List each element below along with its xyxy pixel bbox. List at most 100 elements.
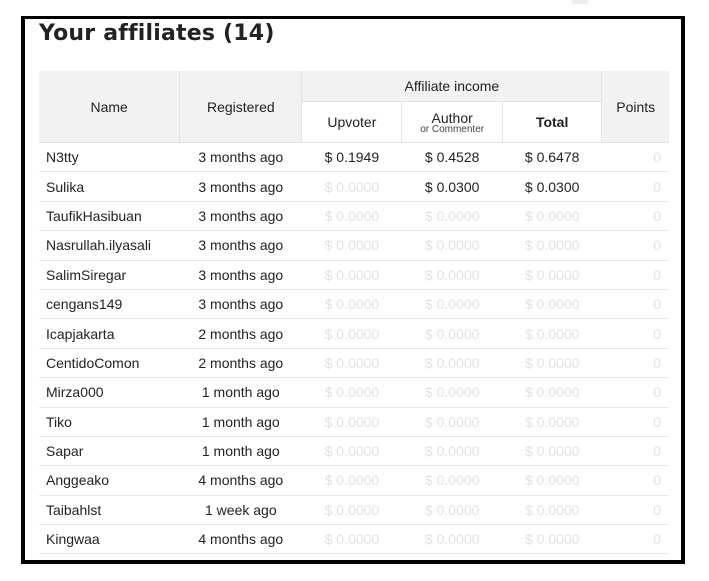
upvoter-income: $ 0.0000 <box>301 436 402 467</box>
registered-value: 1 month ago <box>179 436 302 467</box>
author-label: Author <box>431 110 473 126</box>
affiliate-name[interactable]: Anggeako <box>39 465 180 496</box>
column-header-name[interactable]: Name <box>39 71 181 143</box>
affiliate-name[interactable]: Mirza000 <box>39 377 180 408</box>
upvoter-income: $ 0.0000 <box>301 201 402 232</box>
upvoter-income: $ 0.0000 <box>301 465 402 496</box>
affiliate-name[interactable]: Sulika <box>39 171 180 202</box>
scroll-thumb[interactable] <box>572 0 588 4</box>
points-value: 0 <box>601 495 669 526</box>
column-header-upvoter[interactable]: Upvoter <box>301 101 403 143</box>
affiliate-name[interactable]: N3tty <box>39 142 180 173</box>
points-value: 0 <box>601 318 669 349</box>
registered-value: 4 months ago <box>179 524 302 555</box>
author-income: $ 0.0000 <box>401 465 503 496</box>
points-value: 0 <box>601 524 669 555</box>
registered-value: 3 months ago <box>179 171 302 202</box>
total-income: $ 0.0300 <box>502 171 602 202</box>
affiliate-name[interactable]: CentidoComon <box>39 348 180 379</box>
registered-value: 1 month ago <box>179 377 302 408</box>
total-income: $ 0.0000 <box>502 377 602 408</box>
points-value: 0 <box>601 436 669 467</box>
upvoter-income: $ 0.0000 <box>301 171 402 202</box>
author-income: $ 0.0000 <box>401 436 503 467</box>
table-row: Anggeako 4 months ago $ 0.0000 $ 0.0000 $ 0.… <box>39 465 669 496</box>
table-row: CentidoComon 2 months ago $ 0.0000 $ 0.0000… <box>39 348 669 379</box>
total-income: $ 0.6478 <box>502 142 602 173</box>
total-income: $ 0.0000 <box>502 495 602 526</box>
points-value: 0 <box>601 201 669 232</box>
author-income: $ 0.0000 <box>401 377 503 408</box>
author-income: $ 0.0000 <box>401 201 503 232</box>
author-income: $ 0.0000 <box>401 260 503 290</box>
upvoter-income: $ 0.0000 <box>301 377 402 408</box>
registered-value: 3 months ago <box>179 289 302 320</box>
affiliate-name[interactable]: Tiko <box>39 407 180 437</box>
affiliate-name[interactable]: SalimSiregar <box>39 260 180 290</box>
affiliates-table: Name Registered Affiliate income Points … <box>39 71 669 555</box>
table-row: Icapjakarta 2 months ago $ 0.0000 $ 0.0000 $… <box>39 318 669 349</box>
affiliate-name[interactable]: Icapjakarta <box>39 318 180 349</box>
table-header: Name Registered Affiliate income Points … <box>39 71 669 143</box>
total-income: $ 0.0000 <box>502 260 602 290</box>
affiliate-name[interactable]: Kingwaa <box>39 524 180 555</box>
affiliate-name[interactable]: Taibahlst <box>39 495 180 526</box>
registered-value: 4 months ago <box>179 465 302 496</box>
total-income: $ 0.0000 <box>502 436 602 467</box>
upvoter-income: $ 0.0000 <box>301 348 402 379</box>
registered-value: 3 months ago <box>179 142 302 173</box>
table-row: Sulika 3 months ago $ 0.0000 $ 0.0300 $ 0.03… <box>39 171 669 202</box>
total-income: $ 0.0000 <box>502 524 602 555</box>
upvoter-income: $ 0.0000 <box>301 407 402 437</box>
page-title: Your affiliates (14) <box>39 21 275 46</box>
upvoter-income: $ 0.0000 <box>301 318 402 349</box>
points-value: 0 <box>601 348 669 379</box>
points-value: 0 <box>601 171 669 202</box>
registered-value: 1 month ago <box>179 407 302 437</box>
table-row: Kingwaa 4 months ago $ 0.0000 $ 0.0000 $ 0.0… <box>39 524 669 555</box>
table-row: Taibahlst 1 week ago $ 0.0000 $ 0.0000 $ 0.0… <box>39 495 669 526</box>
table-row: N3tty 3 months ago $ 0.1949 $ 0.4528 $ 0.647… <box>39 142 669 173</box>
points-value: 0 <box>601 465 669 496</box>
points-value: 0 <box>601 377 669 408</box>
registered-value: 3 months ago <box>179 230 302 261</box>
author-income: $ 0.0000 <box>401 495 503 526</box>
upvoter-income: $ 0.0000 <box>301 495 402 526</box>
upvoter-income: $ 0.0000 <box>301 260 402 290</box>
author-income: $ 0.0000 <box>401 524 503 555</box>
affiliate-name[interactable]: TaufikHasibuan <box>39 201 180 232</box>
registered-value: 3 months ago <box>179 260 302 290</box>
affiliate-name[interactable]: Nasrullah.ilyasali <box>39 230 180 261</box>
author-income: $ 0.4528 <box>401 142 503 173</box>
upvoter-income: $ 0.0000 <box>301 230 402 261</box>
points-value: 0 <box>601 260 669 290</box>
table-row: Sapar 1 month ago $ 0.0000 $ 0.0000 $ 0.0000… <box>39 436 669 467</box>
author-sublabel: or Commenter <box>420 124 485 135</box>
affiliate-name[interactable]: cengans149 <box>39 289 180 320</box>
author-income: $ 0.0000 <box>401 230 503 261</box>
table-row: Tiko 1 month ago $ 0.0000 $ 0.0000 $ 0.0000 0 <box>39 407 669 437</box>
registered-value: 1 week ago <box>179 495 302 526</box>
total-income: $ 0.0000 <box>502 465 602 496</box>
points-value: 0 <box>601 289 669 320</box>
total-income: $ 0.0000 <box>502 289 602 320</box>
table-row: Mirza000 1 month ago $ 0.0000 $ 0.0000 $ 0.0… <box>39 377 669 408</box>
affiliate-name[interactable]: Sapar <box>39 436 180 467</box>
table-body: N3tty 3 months ago $ 0.1949 $ 0.4528 $ 0.647… <box>39 142 669 555</box>
registered-value: 3 months ago <box>179 201 302 232</box>
column-header-registered[interactable]: Registered <box>179 71 303 143</box>
column-header-total[interactable]: Total <box>502 101 603 143</box>
author-income: $ 0.0300 <box>401 171 503 202</box>
upvoter-income: $ 0.0000 <box>301 289 402 320</box>
total-income: $ 0.0000 <box>502 407 602 437</box>
author-income: $ 0.0000 <box>401 318 503 349</box>
table-row: Nasrullah.ilyasali 3 months ago $ 0.0000 $ … <box>39 230 669 261</box>
registered-value: 2 months ago <box>179 318 302 349</box>
author-income: $ 0.0000 <box>401 407 503 437</box>
table-row: SalimSiregar 3 months ago $ 0.0000 $ 0.0000… <box>39 260 669 290</box>
column-header-points[interactable]: Points <box>601 71 669 143</box>
column-header-author[interactable]: Author or Commenter <box>401 101 503 143</box>
affiliates-panel: Your affiliates (14) Name Registered Aff… <box>21 16 685 564</box>
total-income: $ 0.0000 <box>502 318 602 349</box>
total-income: $ 0.0000 <box>502 230 602 261</box>
